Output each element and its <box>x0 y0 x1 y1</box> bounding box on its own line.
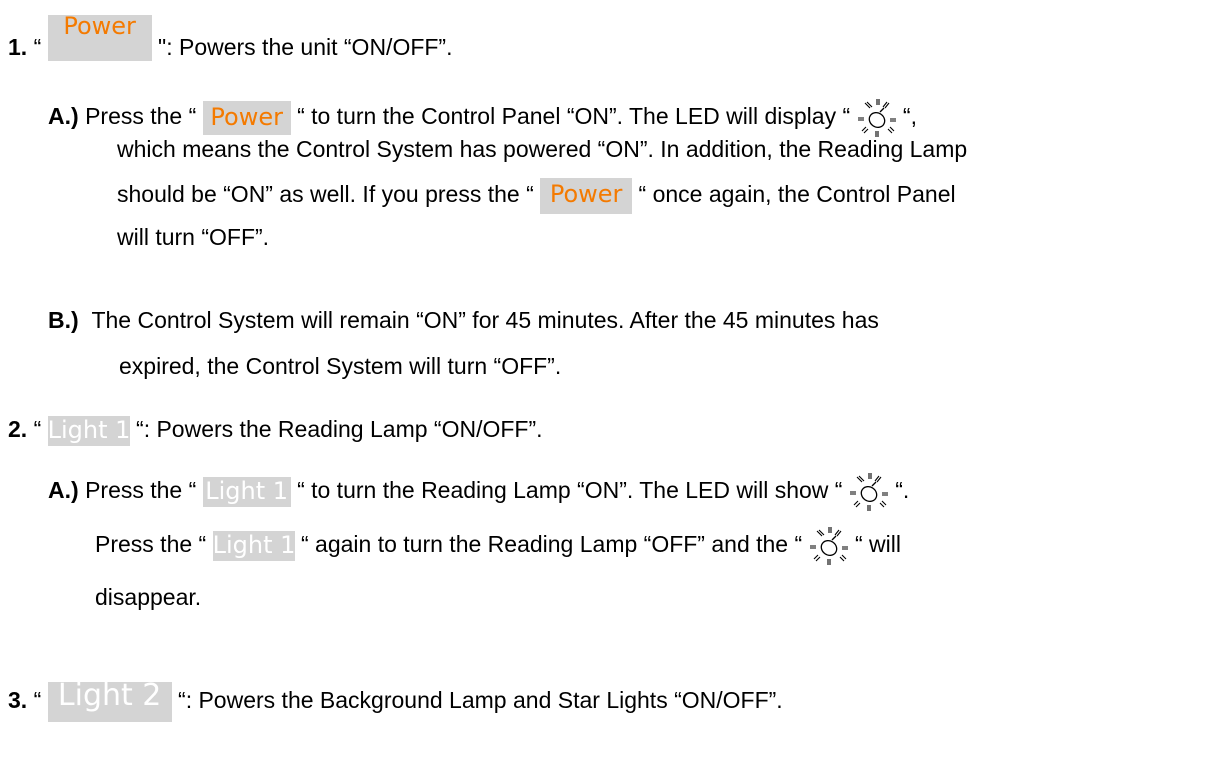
sub-letter: B.) <box>48 307 79 333</box>
item-3-heading: 3. “ Light 2 “: Powers the Background La… <box>8 681 783 722</box>
item-number: 1. <box>8 34 28 60</box>
led-light-bulb-icon <box>808 526 849 566</box>
light-1-button: Light 1 <box>202 477 291 507</box>
open-quote: “ <box>33 687 42 714</box>
light-1-button: Light 1 <box>212 531 296 561</box>
item-number: 2. <box>8 416 28 442</box>
led-light-bulb-icon <box>849 472 889 512</box>
light-1-button: Light 1 <box>47 415 131 446</box>
item-number: 3. <box>8 687 28 714</box>
item-2a-line-2: Press the “ Light 1 “ again to turn the … <box>95 526 901 566</box>
led-light-bulb-icon <box>856 98 897 138</box>
text-line: which means the Control System has power… <box>117 136 968 162</box>
item-2-heading: 2. “ Light 1 “: Powers the Reading Lamp … <box>8 414 543 446</box>
sub-letter: A.) <box>48 477 79 504</box>
open-quote: “ <box>33 416 42 442</box>
item-description: “: Powers the Background Lamp and Star L… <box>178 687 783 714</box>
item-1-heading: 1. “ Power ": Powers the unit “ON/OFF”. <box>8 12 453 62</box>
sub-letter: A.) <box>48 103 79 130</box>
text-line: disappear. <box>95 584 202 610</box>
item-2a-line-1: A.) Press the “ Light 1 “ to turn the Re… <box>48 472 909 512</box>
item-description: ": Powers the unit “ON/OFF”. <box>158 34 453 60</box>
power-button: Power <box>202 101 291 135</box>
text-line: expired, the Control System will turn “O… <box>119 353 562 379</box>
item-1a-line-3: should be “ON” as well. If you press the… <box>117 178 956 214</box>
item-description: “: Powers the Reading Lamp “ON/OFF”. <box>136 416 543 442</box>
item-1a-line-1: A.) Press the “ Power “ to turn the Cont… <box>48 98 917 138</box>
light-2-button: Light 2 <box>47 681 172 722</box>
power-button: Power <box>47 12 152 61</box>
item-1b-line-1: B.) The Control System will remain “ON” … <box>48 307 879 333</box>
text-line: will turn “OFF”. <box>117 224 270 250</box>
power-button: Power <box>540 178 633 214</box>
open-quote: “ <box>33 34 42 60</box>
